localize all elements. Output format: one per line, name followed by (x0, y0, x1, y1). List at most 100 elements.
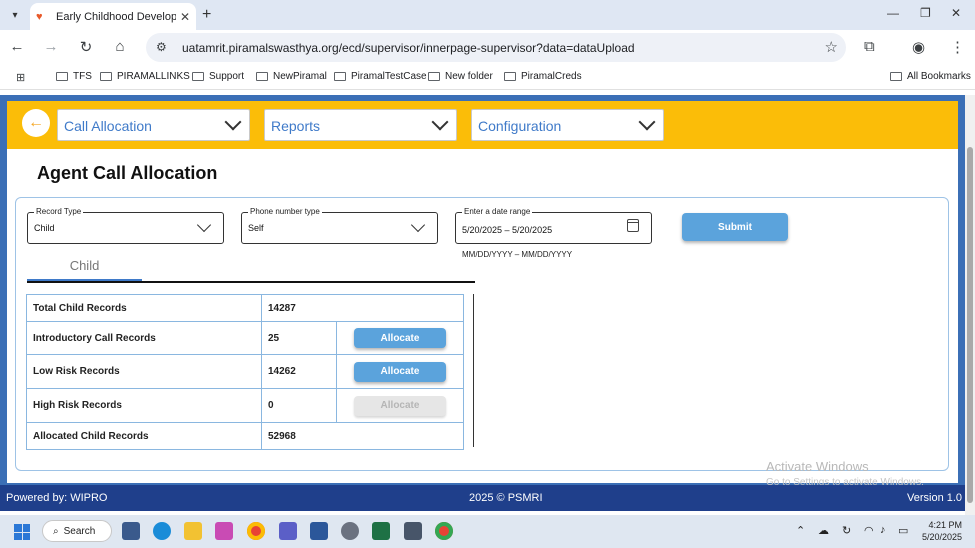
footer-copyright: 2025 © PSMRI (469, 492, 543, 504)
call-allocation-menu[interactable]: Call Allocation (57, 109, 250, 141)
address-bar[interactable]: ⚙ uatamrit.piramalswasthya.org/ecd/super… (146, 33, 846, 62)
battery-icon[interactable]: ▭ (898, 524, 908, 537)
edge-icon[interactable] (153, 522, 171, 540)
table-row: Low Risk Records 14262 Allocate (26, 354, 464, 389)
top-nav-bar: ← Call Allocation Reports Configuration (7, 101, 958, 149)
row-label: Low Risk Records (26, 354, 262, 389)
file-explorer-icon[interactable] (184, 522, 202, 540)
reload-icon[interactable]: ↻ (77, 38, 95, 56)
panel-divider (473, 294, 474, 447)
table-row: Total Child Records 14287 (26, 294, 464, 322)
taskbar-search[interactable]: ⌕ Search (42, 520, 112, 542)
bookmark-item[interactable]: PIRAMALLINKS (100, 71, 190, 82)
volume-icon[interactable]: ♪ (880, 524, 886, 536)
reports-menu[interactable]: Reports (264, 109, 457, 141)
onedrive-icon[interactable]: ☁ (818, 524, 829, 537)
chevron-down-icon (224, 113, 242, 131)
bookmark-item[interactable]: PiramalTestCase (334, 71, 427, 82)
table-row: High Risk Records 0 Allocate (26, 388, 464, 423)
record-type-select[interactable]: Record Type Child (27, 207, 224, 244)
app-page: ← Call Allocation Reports Configuration … (0, 95, 965, 511)
calendar-icon[interactable] (627, 219, 639, 232)
footer-powered: Powered by: WIPRO (6, 492, 108, 504)
folder-icon (334, 72, 346, 81)
configuration-menu[interactable]: Configuration (471, 109, 664, 141)
chevron-down-icon (196, 217, 212, 233)
back-arrow-icon[interactable]: ← (8, 38, 26, 55)
chrome-icon[interactable] (247, 522, 265, 540)
settings-icon[interactable] (341, 522, 359, 540)
taskbar-clock[interactable]: 4:21 PM 5/20/2025 (922, 519, 962, 543)
site-info-icon[interactable]: ⚙ (156, 40, 167, 54)
page-title: Agent Call Allocation (37, 163, 218, 183)
page-scrollbar[interactable] (965, 95, 975, 515)
allocate-low-risk-button[interactable]: Allocate (354, 361, 446, 382)
forward-arrow-icon[interactable]: → (42, 38, 60, 55)
date-range-input[interactable]: Enter a date range 5/20/2025 – 5/20/2025 (455, 207, 652, 244)
tab-child[interactable]: Child (27, 255, 142, 281)
submit-button[interactable]: Submit (682, 213, 788, 241)
chevron-down-icon (638, 113, 656, 131)
home-icon[interactable]: ⌂ (111, 38, 129, 55)
bookmark-item[interactable]: New folder (428, 71, 493, 82)
window-close-icon[interactable]: ✕ (951, 6, 961, 20)
tab-title: Early Childhood Developmen (56, 10, 176, 23)
extensions-icon[interactable]: ⧉ (864, 38, 875, 55)
profile-icon[interactable]: ◉ (912, 38, 925, 56)
bookmark-item[interactable]: NewPiramal (256, 71, 327, 82)
bookmark-star-icon[interactable]: ☆ (825, 38, 838, 56)
folder-icon (192, 72, 204, 81)
scroll-thumb[interactable] (967, 147, 973, 503)
tab-search-icon[interactable]: ▾ (6, 6, 24, 24)
row-label: Total Child Records (26, 294, 262, 322)
page-footer: Powered by: WIPRO 2025 © PSMRI Version 1… (0, 485, 965, 511)
table-row: Introductory Call Records 25 Allocate (26, 321, 464, 355)
table-row: Allocated Child Records 52968 (26, 422, 464, 450)
url-text[interactable]: uatamrit.piramalswasthya.org/ecd/supervi… (182, 41, 635, 55)
bookmark-item[interactable]: Support (192, 71, 244, 82)
browser-tab-bar: ▾ ♥ Early Childhood Developmen ✕ + — ❐ ✕ (0, 0, 975, 30)
bookmarks-bar: ⊞ TFS PIRAMALLINKS Support NewPiramal Pi… (0, 64, 975, 90)
chevron-down-icon (431, 113, 449, 131)
row-label: Allocated Child Records (26, 422, 262, 450)
menu-kebab-icon[interactable]: ⋮ (950, 38, 965, 56)
back-arrow-icon[interactable]: ← (22, 109, 50, 137)
minimize-icon[interactable]: — (887, 6, 899, 20)
wifi-icon[interactable]: ◠ (864, 524, 874, 537)
task-view-icon[interactable] (122, 522, 140, 540)
new-tab-icon[interactable]: + (202, 6, 211, 24)
row-label: High Risk Records (26, 388, 262, 423)
site-favicon-icon: ♥ (36, 10, 43, 23)
records-table: Total Child Records 14287 Introductory C… (26, 294, 464, 450)
all-bookmarks[interactable]: All Bookmarks (890, 71, 971, 82)
excel-icon[interactable] (372, 522, 390, 540)
windows-taskbar: ⌕ Search ⌃ ☁ ↻ ◠ ♪ ▭ 4:21 PM 5/20/2025 (0, 515, 975, 548)
apps-grid-icon[interactable]: ⊞ (16, 71, 25, 84)
allocate-high-risk-button[interactable]: Allocate (354, 395, 446, 416)
browser-tab[interactable]: ♥ Early Childhood Developmen ✕ (30, 3, 196, 30)
search-icon: ⌕ (53, 525, 59, 537)
browser-toolbar: ← → ↻ ⌂ ⚙ uatamrit.piramalswasthya.org/e… (0, 30, 975, 64)
tab-close-icon[interactable]: ✕ (180, 10, 190, 24)
activate-windows-title: Activate Windows (766, 459, 869, 474)
teams-icon[interactable] (279, 522, 297, 540)
main-content: Agent Call Allocation Record Type Child … (7, 149, 958, 483)
bookmark-item[interactable]: TFS (56, 71, 92, 82)
photos-icon[interactable] (215, 522, 233, 540)
folder-icon (56, 72, 68, 81)
chrome-icon[interactable] (435, 522, 453, 540)
bookmark-item[interactable]: PiramalCreds (504, 71, 582, 82)
row-value: 25 (261, 321, 337, 355)
footer-version: Version 1.0 (907, 492, 963, 504)
row-value: 52968 (261, 422, 464, 450)
chevron-up-icon[interactable]: ⌃ (796, 524, 805, 537)
start-icon[interactable] (14, 524, 30, 540)
allocate-intro-button[interactable]: Allocate (354, 328, 446, 348)
remote-desktop-icon[interactable] (404, 522, 422, 540)
restore-icon[interactable]: ❐ (920, 6, 931, 20)
sync-icon[interactable]: ↻ (842, 524, 851, 537)
phone-type-select[interactable]: Phone number type Self (241, 207, 438, 244)
folder-icon (256, 72, 268, 81)
word-icon[interactable] (310, 522, 328, 540)
folder-icon (504, 72, 516, 81)
